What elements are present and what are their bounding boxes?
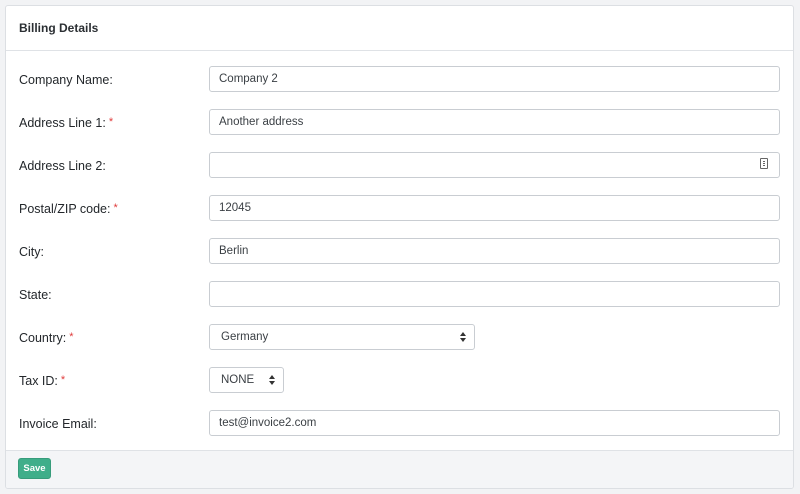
- up-down-arrows-icon: [460, 332, 466, 342]
- row-invoice-email: Invoice Email:: [6, 410, 793, 438]
- company-name-input[interactable]: [209, 66, 780, 92]
- country-label: Country: *: [19, 324, 74, 352]
- row-state: State:: [6, 281, 793, 309]
- billing-details-card: Billing Details Company Name: Address Li…: [5, 5, 794, 489]
- up-down-arrows-icon: [269, 375, 275, 385]
- tax-id-label-text: Tax ID:: [19, 374, 58, 388]
- row-country: Country: * Germany: [6, 324, 793, 352]
- tax-id-select[interactable]: NONE: [209, 367, 284, 393]
- row-address-line-2: Address Line 2:: [6, 152, 793, 180]
- row-city: City:: [6, 238, 793, 266]
- address-line-1-input[interactable]: [209, 109, 780, 135]
- company-name-label: Company Name:: [19, 66, 113, 94]
- city-label: City:: [19, 238, 44, 266]
- state-label: State:: [19, 281, 52, 309]
- postal-code-input[interactable]: [209, 195, 780, 221]
- required-marker: *: [108, 116, 114, 128]
- postal-code-label: Postal/ZIP code: *: [19, 195, 118, 223]
- card-footer: Save: [6, 450, 793, 488]
- required-marker: *: [60, 374, 66, 386]
- company-name-label-text: Company Name:: [19, 73, 113, 87]
- contact-card-icon[interactable]: [760, 158, 768, 169]
- country-select-value: Germany: [221, 331, 269, 343]
- row-tax-id: Tax ID: * NONE: [6, 367, 793, 395]
- country-label-text: Country:: [19, 331, 67, 345]
- row-address-line-1: Address Line 1: *: [6, 109, 793, 137]
- save-button[interactable]: Save: [18, 458, 51, 479]
- invoice-email-label-text: Invoice Email:: [19, 417, 97, 431]
- tax-id-label: Tax ID: *: [19, 367, 65, 395]
- invoice-email-input[interactable]: [209, 410, 780, 436]
- state-input[interactable]: [209, 281, 780, 307]
- invoice-email-label: Invoice Email:: [19, 410, 97, 438]
- tax-id-select-value: NONE: [221, 374, 255, 386]
- address-line-1-label: Address Line 1: *: [19, 109, 113, 137]
- address-line-2-input[interactable]: [209, 152, 780, 178]
- billing-form: Company Name: Address Line 1:* Address L…: [6, 51, 793, 451]
- required-marker: *: [69, 331, 74, 343]
- row-postal-code: Postal/ZIP code: *: [6, 195, 793, 223]
- address-line-1-label-text: Address Line 1:: [19, 116, 106, 130]
- state-label-text: State:: [19, 288, 52, 302]
- postal-code-label-text: Postal/ZIP code:: [19, 202, 111, 216]
- row-company-name: Company Name:: [6, 66, 793, 94]
- address-line-2-wrapper: [6, 152, 793, 180]
- city-input[interactable]: [209, 238, 780, 264]
- country-select[interactable]: Germany: [209, 324, 475, 350]
- required-marker: *: [113, 202, 118, 214]
- city-label-text: City:: [19, 245, 44, 259]
- card-title: Billing Details: [6, 6, 793, 51]
